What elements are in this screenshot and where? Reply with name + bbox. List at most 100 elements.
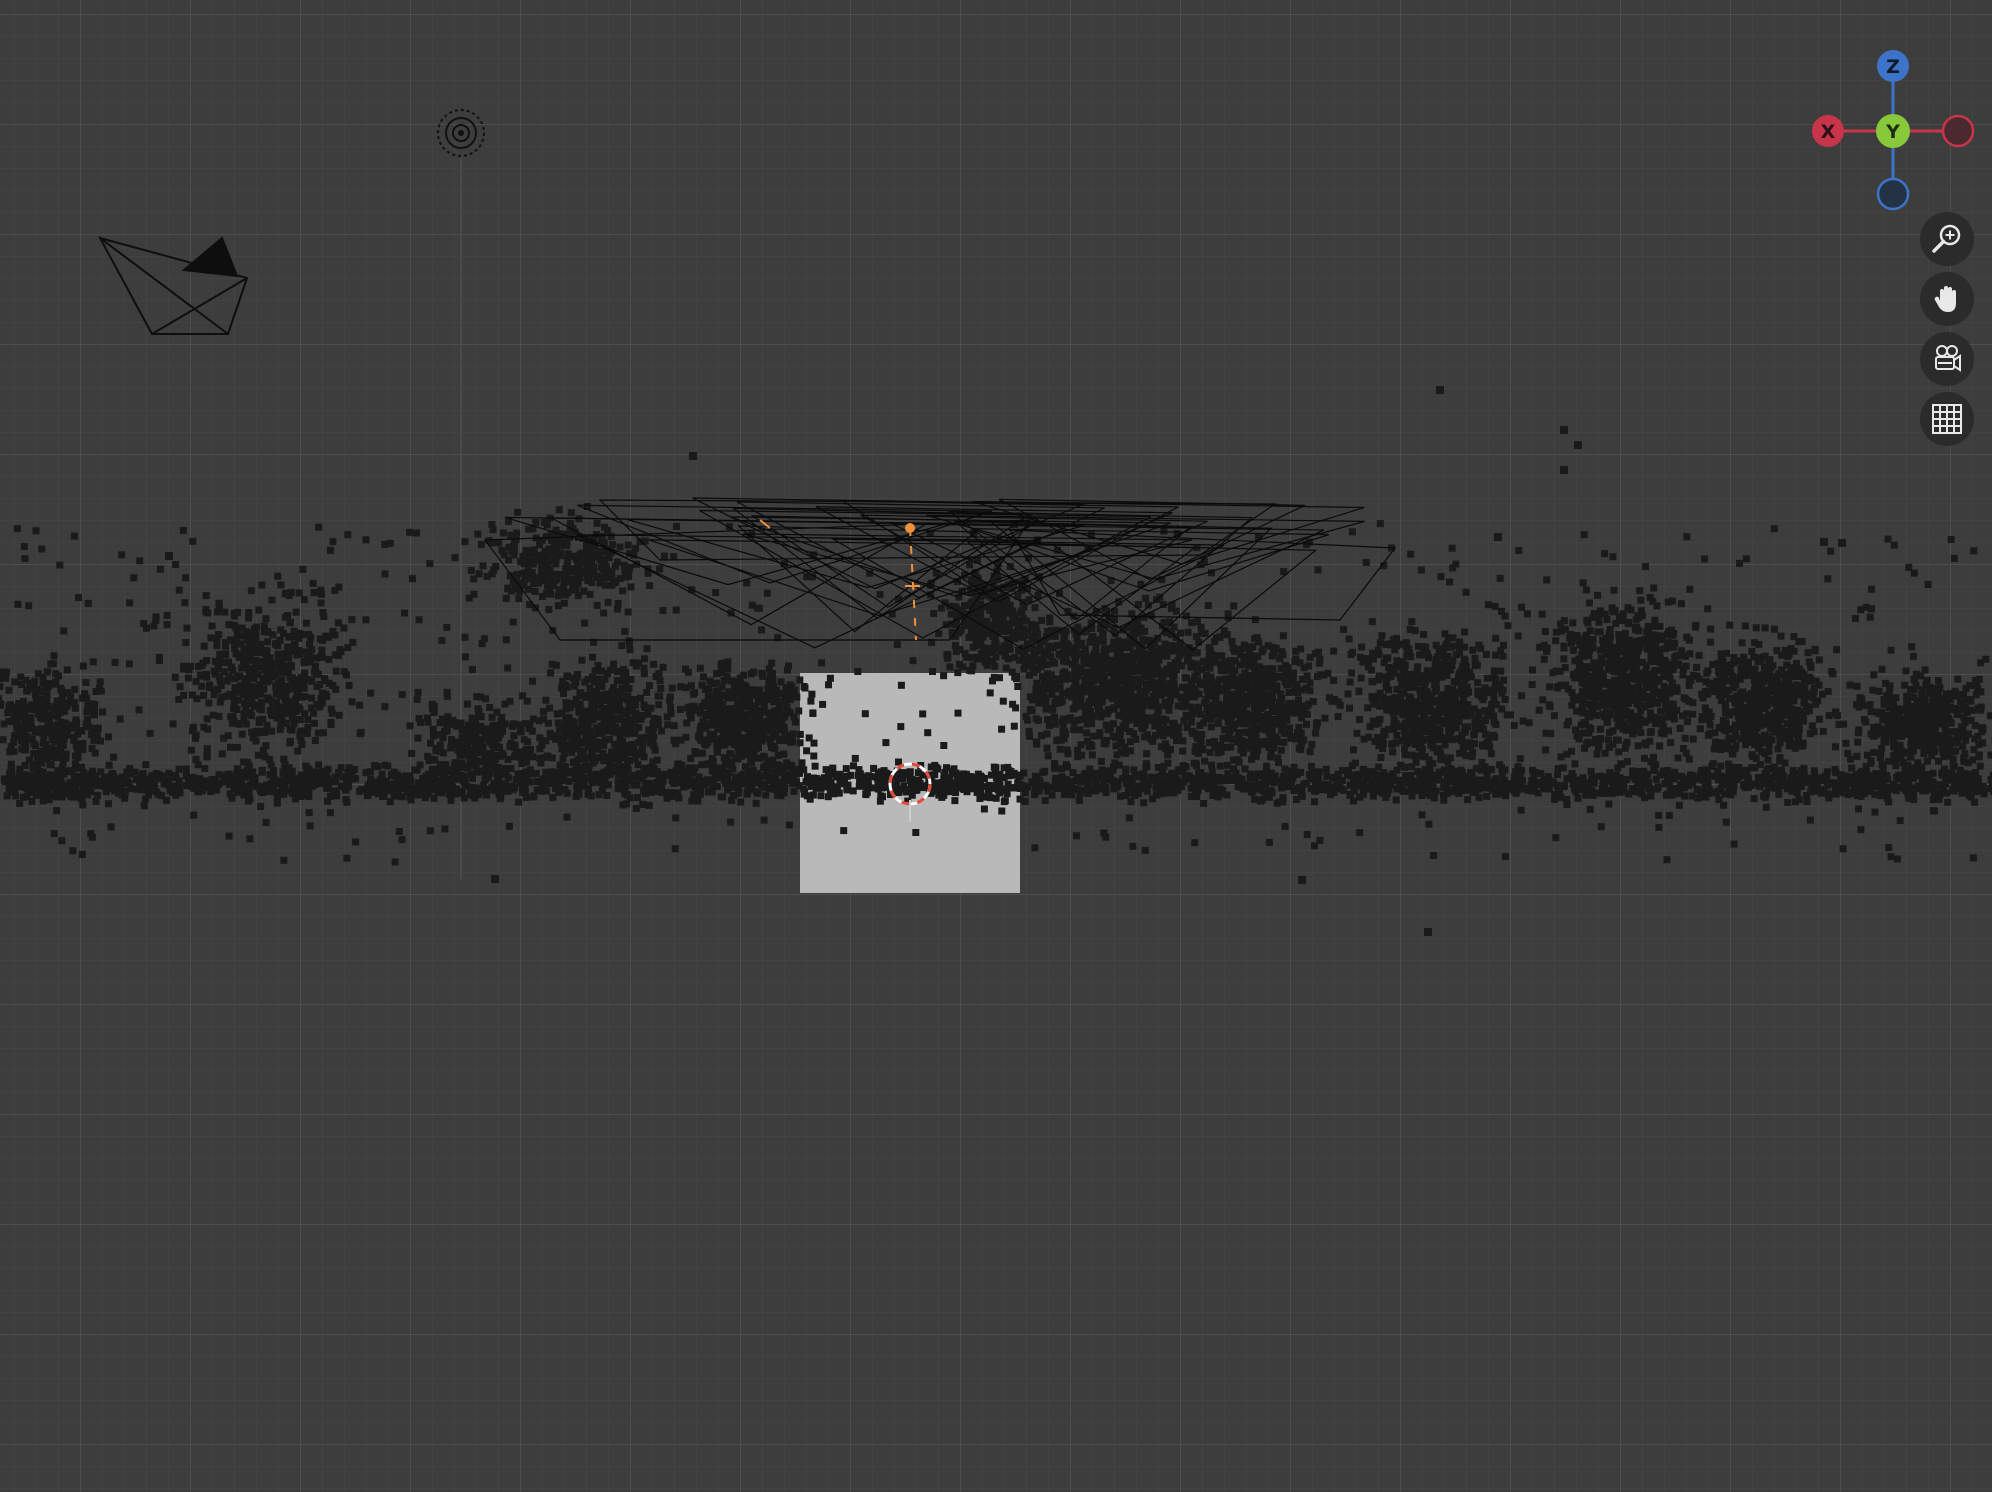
point-cloud-point [1376, 689, 1384, 697]
point-cloud-point [1596, 725, 1604, 733]
point-cloud-point [203, 715, 211, 723]
point-cloud-point [474, 743, 482, 751]
point-cloud-point [1139, 636, 1147, 644]
point-cloud-point [1201, 757, 1209, 765]
point-cloud-point [1738, 639, 1746, 647]
point-cloud-point [1142, 681, 1150, 688]
point-cloud-point [740, 671, 748, 679]
point-cloud-point [1610, 703, 1618, 711]
point-cloud-point [559, 755, 567, 763]
point-cloud-point [1422, 651, 1430, 659]
point-cloud-point [758, 669, 766, 677]
point-cloud-point [490, 727, 498, 735]
point-cloud-point [362, 616, 370, 624]
point-cloud-point [1217, 667, 1225, 675]
point-cloud-point [760, 701, 768, 709]
point-cloud-point [636, 694, 644, 702]
point-cloud-point [529, 715, 537, 723]
point-cloud-point [1345, 635, 1353, 643]
point-cloud-point [1587, 679, 1595, 687]
point-cloud-point [1606, 728, 1614, 736]
point-cloud-point [601, 705, 609, 713]
point-cloud-point [1412, 758, 1420, 766]
camera-object-icon[interactable] [98, 236, 249, 335]
point-cloud-point [627, 676, 635, 683]
point-cloud-point [433, 744, 441, 752]
point-cloud-point [1481, 707, 1489, 715]
point-cloud-point [1461, 727, 1469, 735]
point-cloud-point [1437, 756, 1445, 763]
point-cloud-point [731, 679, 739, 687]
point-cloud-point [1451, 706, 1459, 714]
point-cloud-point [1223, 743, 1231, 751]
point-cloud-point [1641, 635, 1649, 643]
point-cloud-point [439, 734, 447, 742]
point-cloud-point [1192, 688, 1200, 696]
point-cloud-point [1306, 687, 1314, 695]
point-cloud-point [1584, 619, 1592, 627]
point-cloud-point [632, 805, 640, 812]
point-cloud-point [230, 609, 238, 617]
point-cloud-point [320, 613, 328, 620]
point-cloud-point [1542, 746, 1550, 754]
point-cloud-point [203, 673, 211, 681]
3d-viewport[interactable]: X Z Y [0, 0, 1992, 1492]
point-cloud-point [356, 701, 364, 709]
point-cloud-point [32, 695, 40, 703]
point-cloud-point [585, 691, 593, 699]
point-cloud-point [1220, 627, 1228, 635]
point-cloud-point [276, 654, 284, 662]
point-cloud-point [211, 657, 219, 665]
point-cloud-point [1667, 739, 1675, 747]
point-cloud-point [1157, 651, 1165, 659]
point-cloud-point [1060, 657, 1067, 665]
point-cloud-point [1529, 666, 1536, 674]
point-cloud-point [536, 734, 544, 742]
point-cloud-point [258, 581, 266, 589]
point-cloud-point [1431, 698, 1439, 706]
point-cloud-point [1454, 679, 1462, 686]
point-cloud-point [227, 743, 234, 751]
point-cloud-point [492, 739, 500, 747]
point-cloud-point [1393, 685, 1401, 693]
point-cloud-point [1692, 623, 1699, 631]
point-cloud-point [1078, 650, 1086, 658]
point-cloud-point [566, 704, 574, 712]
point-cloud-point [1597, 735, 1605, 743]
point-cloud-point [1498, 705, 1506, 713]
point-cloud-point [274, 642, 282, 650]
point-cloud-point [1042, 705, 1050, 713]
point-cloud-point [1056, 745, 1064, 753]
point-cloud-point [1251, 616, 1259, 624]
point-cloud-point [1114, 701, 1121, 709]
point-cloud-point [1482, 651, 1490, 658]
point-cloud-point [231, 675, 238, 683]
point-cloud-point [303, 619, 310, 627]
point-cloud-point [1728, 674, 1736, 682]
point-cloud-point [1474, 687, 1482, 695]
point-cloud-point [475, 758, 483, 766]
point-cloud-point [1393, 731, 1401, 739]
point-cloud-point [454, 741, 462, 749]
point-cloud-point [1397, 694, 1404, 702]
point-cloud-point [1044, 752, 1052, 760]
point-cloud-point [1405, 650, 1413, 657]
point-cloud-point [1492, 676, 1500, 684]
point-cloud-point [1096, 729, 1104, 737]
point-cloud-point [1132, 735, 1140, 743]
point-cloud-point [687, 755, 695, 763]
point-cloud-point [1621, 656, 1629, 664]
point-cloud-point [156, 657, 163, 664]
point-cloud-point [221, 659, 229, 666]
point-cloud-point [1365, 663, 1373, 671]
scene-canvas[interactable] [0, 0, 1992, 1492]
point-cloud-point [1152, 731, 1159, 739]
point-cloud-point [215, 712, 223, 720]
point-cloud-point [1569, 619, 1577, 627]
point-cloud-point [1777, 684, 1785, 692]
point-cloud-point [1679, 671, 1687, 679]
point-cloud-point [1245, 694, 1252, 702]
point-cloud-point [1422, 643, 1430, 651]
point-cloud-point [1664, 639, 1672, 647]
point-cloud-point [231, 683, 239, 691]
